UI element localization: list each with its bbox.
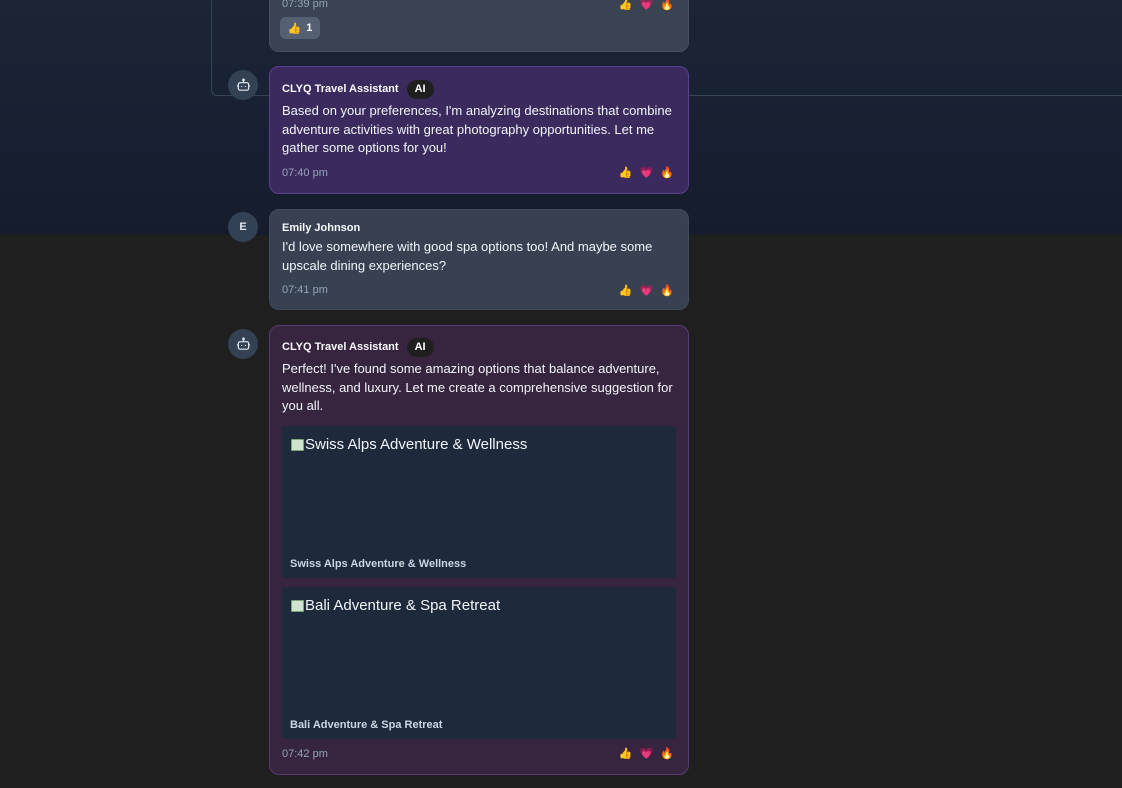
card-caption: Bali Adventure & Spa Retreat [290, 718, 443, 731]
reaction-count: 1 [306, 22, 313, 34]
message-text: I'd love somewhere with good spa options… [282, 239, 653, 273]
message-bubble-user: Emily Johnson I'd love somewhere with go… [269, 209, 689, 310]
thumbs-up-icon[interactable]: 👍 [619, 166, 633, 179]
reaction-count-pill[interactable]: 👍 1 [280, 17, 320, 39]
image-alt-text: Swiss Alps Adventure & Wellness [305, 435, 528, 453]
heart-icon[interactable]: 💗 [640, 0, 654, 11]
thumbs-up-icon[interactable]: 👍 [619, 747, 633, 760]
message-text: Perfect! I've found some amazing options… [282, 361, 673, 413]
user-avatar: E [228, 212, 258, 242]
fire-icon[interactable]: 🔥 [660, 0, 674, 11]
reaction-bar: 👍 💗 🔥 [619, 284, 674, 297]
destination-image-broken: Bali Adventure & Spa Retreat [290, 597, 500, 614]
sender-name: CLYQ Travel Assistant [282, 83, 399, 95]
image-alt-text: Bali Adventure & Spa Retreat [305, 596, 501, 614]
message-time: 07:39 pm [282, 0, 328, 10]
reaction-bar: 👍 💗 🔥 [619, 747, 674, 760]
fire-icon[interactable]: 🔥 [660, 747, 674, 760]
heart-icon[interactable]: 💗 [640, 284, 654, 297]
sender-name: CLYQ Travel Assistant [282, 341, 399, 353]
sender-name: Emily Johnson [282, 222, 361, 234]
thumbs-up-icon: 👍 [287, 22, 302, 35]
fire-icon[interactable]: 🔥 [660, 284, 674, 297]
message-header: CLYQ Travel Assistant AI [282, 337, 676, 357]
message-time: 07:40 pm [282, 166, 328, 179]
heart-icon[interactable]: 💗 [640, 166, 654, 179]
heart-icon[interactable]: 💗 [640, 747, 654, 760]
reaction-bar: 👍 💗 🔥 [619, 166, 674, 179]
broken-image-icon [290, 437, 304, 451]
message-header: CLYQ Travel Assistant AI [282, 79, 676, 99]
message-bubble-previous: 07:39 pm 👍 💗 🔥 [269, 0, 689, 52]
card-caption: Swiss Alps Adventure & Wellness [290, 557, 467, 570]
thumbs-up-icon[interactable]: 👍 [619, 0, 633, 11]
ai-badge: AI [406, 337, 434, 357]
message-bubble-assistant: CLYQ Travel Assistant AI Perfect! I've f… [269, 325, 689, 775]
thumbs-up-icon[interactable]: 👍 [619, 284, 633, 297]
reaction-bar: 👍 💗 🔥 [619, 0, 674, 11]
message-time: 07:41 pm [282, 284, 328, 296]
ai-badge: AI [406, 79, 434, 99]
destination-card-swiss-alps[interactable]: Swiss Alps Adventure & Wellness Swiss Al… [282, 425, 676, 578]
fire-icon[interactable]: 🔥 [660, 166, 674, 179]
robot-icon [236, 337, 250, 350]
assistant-avatar [228, 329, 258, 359]
robot-icon [236, 78, 250, 91]
destination-image-broken: Swiss Alps Adventure & Wellness [290, 436, 527, 453]
destination-card-bali[interactable]: Bali Adventure & Spa Retreat Bali Advent… [282, 586, 676, 739]
message-bubble-assistant: CLYQ Travel Assistant AI Based on your p… [269, 66, 689, 194]
message-header: Emily Johnson [282, 218, 676, 238]
message-text: Based on your preferences, I'm analyzing… [282, 103, 672, 155]
broken-image-icon [290, 598, 304, 612]
message-time: 07:42 pm [282, 747, 328, 760]
assistant-avatar [228, 70, 258, 100]
